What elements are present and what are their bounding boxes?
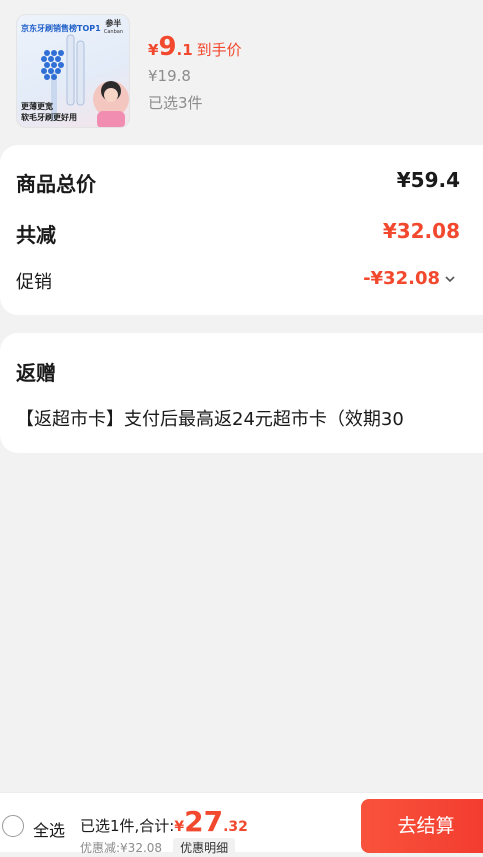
total-sum: 已选1件,合计:¥27.32 — [80, 805, 248, 838]
selected-count: 已选3件 — [148, 94, 203, 112]
checkout-button[interactable]: 去结算 — [361, 799, 483, 853]
checkout-bar: 全选 已选1件,合计:¥27.32 优惠减:¥32.08 优惠明细 去结算 — [0, 792, 483, 857]
sum-currency: ¥ — [174, 819, 185, 835]
price-tag: 到手价 — [196, 41, 242, 59]
chevron-down-icon[interactable] — [444, 273, 456, 285]
reduce-value: ¥32.08 — [382, 219, 460, 243]
product-thumbnail[interactable]: 京东牙刷销售榜TOP1 参半 Canban 更薄更宽 软毛牙刷更好用 — [16, 14, 130, 128]
sum-integer: 27 — [184, 805, 224, 838]
discount-text: 优惠减:¥32.08 — [80, 841, 163, 855]
select-all-label[interactable]: 全选 — [33, 817, 65, 841]
discount-detail-button[interactable]: 优惠明细 — [173, 838, 236, 857]
price-decimal: .1 — [176, 41, 193, 59]
promo-label: 促销 — [16, 272, 52, 293]
total-label: 商品总价 — [16, 172, 96, 196]
discount-line: 优惠减:¥32.08 优惠明细 — [80, 837, 236, 857]
reduce-row: 共减 ¥32.08 — [16, 219, 476, 249]
select-all-radio[interactable] — [2, 815, 24, 837]
product-summary: 京东牙刷销售榜TOP1 参半 Canban 更薄更宽 软毛牙刷更好用 ¥9.1 到… — [0, 0, 483, 140]
total-value: ¥59.4 — [396, 168, 460, 192]
original-price: ¥19.8 — [148, 67, 191, 85]
total-row: 商品总价 ¥59.4 — [16, 168, 476, 198]
sum-decimal: .32 — [223, 819, 248, 835]
final-price: ¥9.1 到手价 — [148, 32, 242, 62]
promo-value: -¥32.08 — [363, 268, 440, 289]
reduce-label: 共减 — [16, 223, 56, 247]
rebate-text: 【返超市卡】支付后最高返24元超市卡（效期30 — [16, 409, 404, 430]
thumbnail-slogan: 更薄更宽 软毛牙刷更好用 — [21, 102, 77, 122]
price-summary-card: 商品总价 ¥59.4 共减 ¥32.08 促销 -¥32.08 — [0, 145, 483, 315]
promo-row[interactable]: 促销 -¥32.08 — [16, 268, 476, 298]
price-integer: 9 — [158, 32, 177, 62]
sum-label: 已选1件,合计: — [80, 817, 175, 835]
price-currency: ¥ — [148, 41, 159, 59]
rebate-card: 返赠 【返超市卡】支付后最高返24元超市卡（效期30 — [0, 333, 483, 453]
rebate-title: 返赠 — [16, 361, 56, 385]
